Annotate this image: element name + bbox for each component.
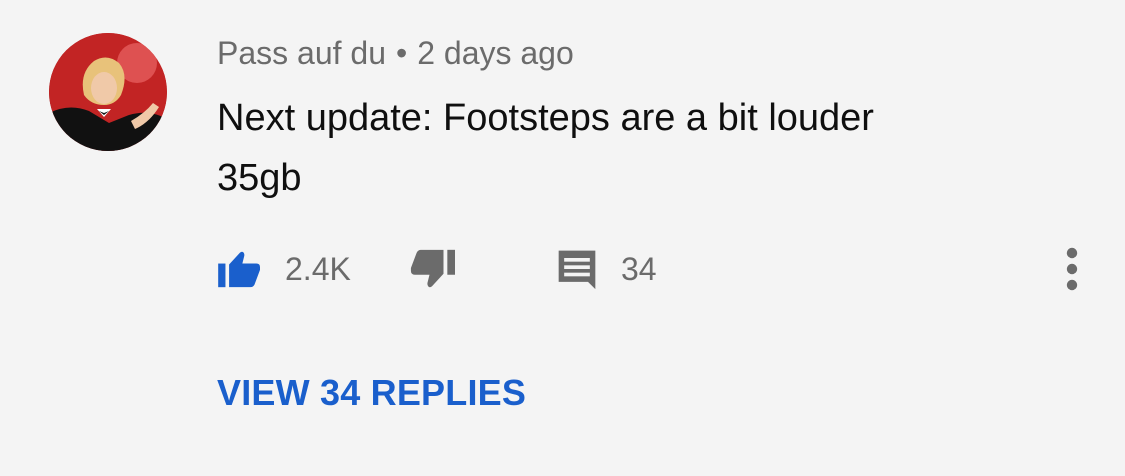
like-count: 2.4K (285, 250, 351, 287)
more-options-button[interactable] (1057, 246, 1087, 292)
comment-icon (558, 250, 596, 290)
like-button[interactable]: 2.4K (217, 246, 351, 292)
reply-count: 34 (621, 250, 657, 287)
thumbs-up-icon (218, 251, 260, 288)
thumbs-down-icon (410, 249, 455, 288)
comment-card: Pass auf du • 2 days ago Next update: Foot… (0, 0, 1125, 476)
author-name[interactable]: Pass auf du (217, 35, 386, 71)
avatar-image (49, 33, 167, 151)
comment-line: Next update: Footsteps are a bit louder (217, 97, 874, 139)
dislike-button[interactable] (409, 246, 455, 292)
reply-button[interactable]: 34 (555, 246, 657, 292)
comment-text: Next update: Footsteps are a bit louder … (217, 88, 874, 208)
comment-meta: Pass auf du • 2 days ago (217, 32, 574, 74)
comment-timestamp: 2 days ago (417, 35, 574, 71)
comment-line: 35gb (217, 157, 302, 199)
view-replies-button[interactable]: VIEW 34 REPLIES (217, 372, 526, 414)
meta-separator: • (396, 35, 408, 71)
more-vert-icon (1066, 247, 1078, 291)
comment-actions: 2.4K 34 (217, 246, 1097, 292)
avatar[interactable] (49, 33, 167, 151)
